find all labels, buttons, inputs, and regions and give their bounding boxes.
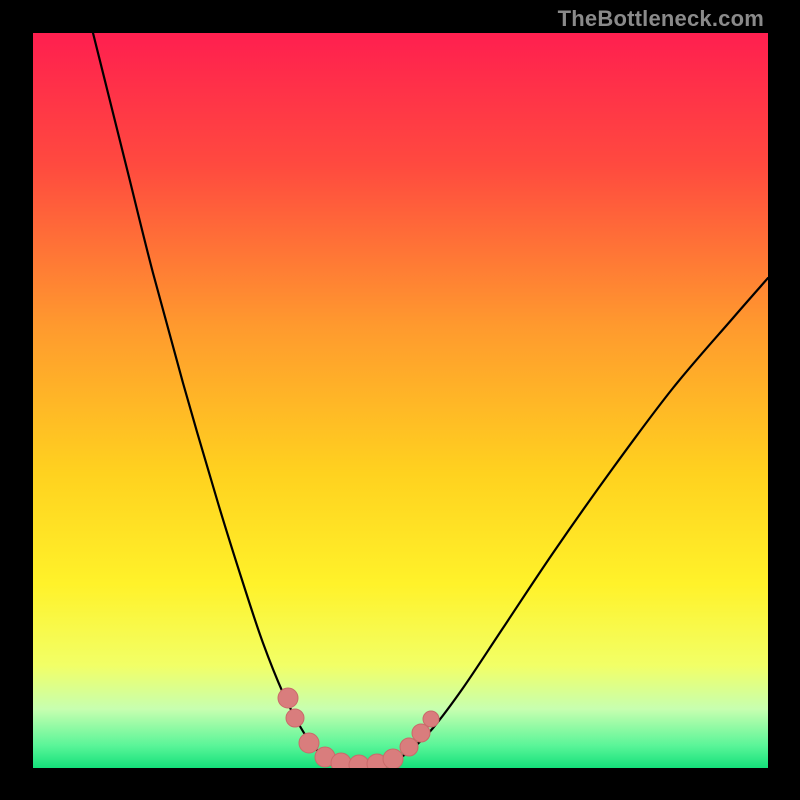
curve-layer xyxy=(33,33,768,768)
chart-frame: TheBottleneck.com xyxy=(0,0,800,800)
valley-marker xyxy=(412,724,430,742)
valley-marker xyxy=(383,749,403,768)
valley-marker xyxy=(286,709,304,727)
valley-marker xyxy=(278,688,298,708)
plot-area xyxy=(33,33,768,768)
valley-marker xyxy=(349,755,369,768)
valley-marker xyxy=(331,753,351,768)
valley-marker xyxy=(299,733,319,753)
watermark-text: TheBottleneck.com xyxy=(558,6,764,32)
bottleneck-curve xyxy=(93,33,768,766)
valley-marker xyxy=(400,738,418,756)
valley-marker xyxy=(423,711,439,727)
